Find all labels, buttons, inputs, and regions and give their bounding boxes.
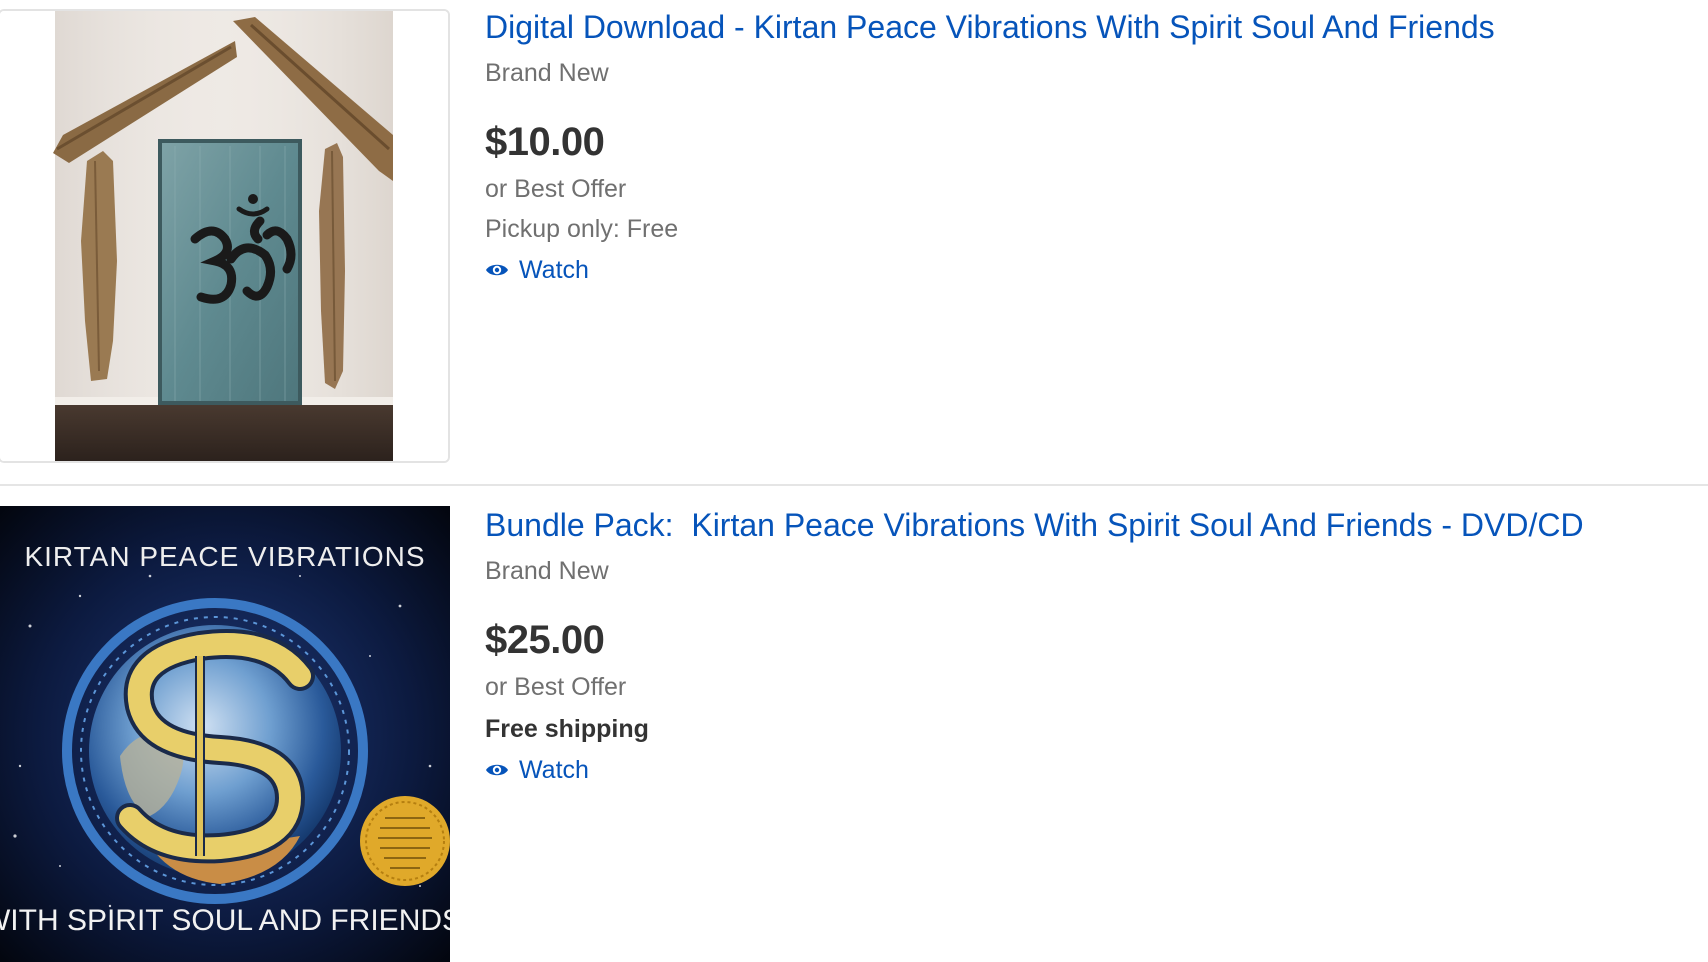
listing-info: Digital Download - Kirtan Peace Vibratio…	[485, 6, 1495, 286]
shipping-info: Pickup only: Free	[485, 215, 679, 243]
listing-info: Bundle Pack: Kirtan Peace Vibrations Wit…	[485, 504, 1584, 786]
watch-label: Watch	[519, 256, 589, 284]
cover-bottom-text: WITH SPIRIT SOUL AND FRIENDS	[0, 904, 450, 937]
best-offer-label: or Best Offer	[485, 673, 627, 701]
eye-icon	[486, 264, 508, 276]
item-condition: Brand New	[485, 59, 609, 87]
om-door-photo-icon	[0, 11, 448, 461]
listing-item: Digital Download - Kirtan Peace Vibratio…	[0, 0, 1708, 484]
watch-button[interactable]: Watch	[485, 254, 1495, 286]
listing-title-link[interactable]: Digital Download - Kirtan Peace Vibratio…	[485, 6, 1495, 48]
listing-title-link[interactable]: Bundle Pack: Kirtan Peace Vibrations Wit…	[485, 504, 1584, 546]
listing-item: KIRTAN PEACE VIBRATIONS WITH SPIRIT SOUL…	[0, 484, 1708, 962]
item-price: $25.00	[485, 618, 605, 662]
shipping-info: Free shipping	[485, 715, 649, 743]
watch-label: Watch	[519, 756, 589, 784]
item-price: $10.00	[485, 120, 605, 164]
album-cover-icon: KIRTAN PEACE VIBRATIONS WITH SPIRIT SOUL…	[0, 506, 450, 962]
best-offer-label: or Best Offer	[485, 175, 627, 203]
eye-icon	[486, 764, 508, 776]
item-condition: Brand New	[485, 557, 609, 585]
listing-thumbnail[interactable]: KIRTAN PEACE VIBRATIONS WITH SPIRIT SOUL…	[0, 506, 450, 962]
watch-button[interactable]: Watch	[485, 754, 1584, 786]
cover-top-text: KIRTAN PEACE VIBRATIONS	[24, 541, 425, 572]
listing-thumbnail[interactable]	[0, 9, 450, 463]
